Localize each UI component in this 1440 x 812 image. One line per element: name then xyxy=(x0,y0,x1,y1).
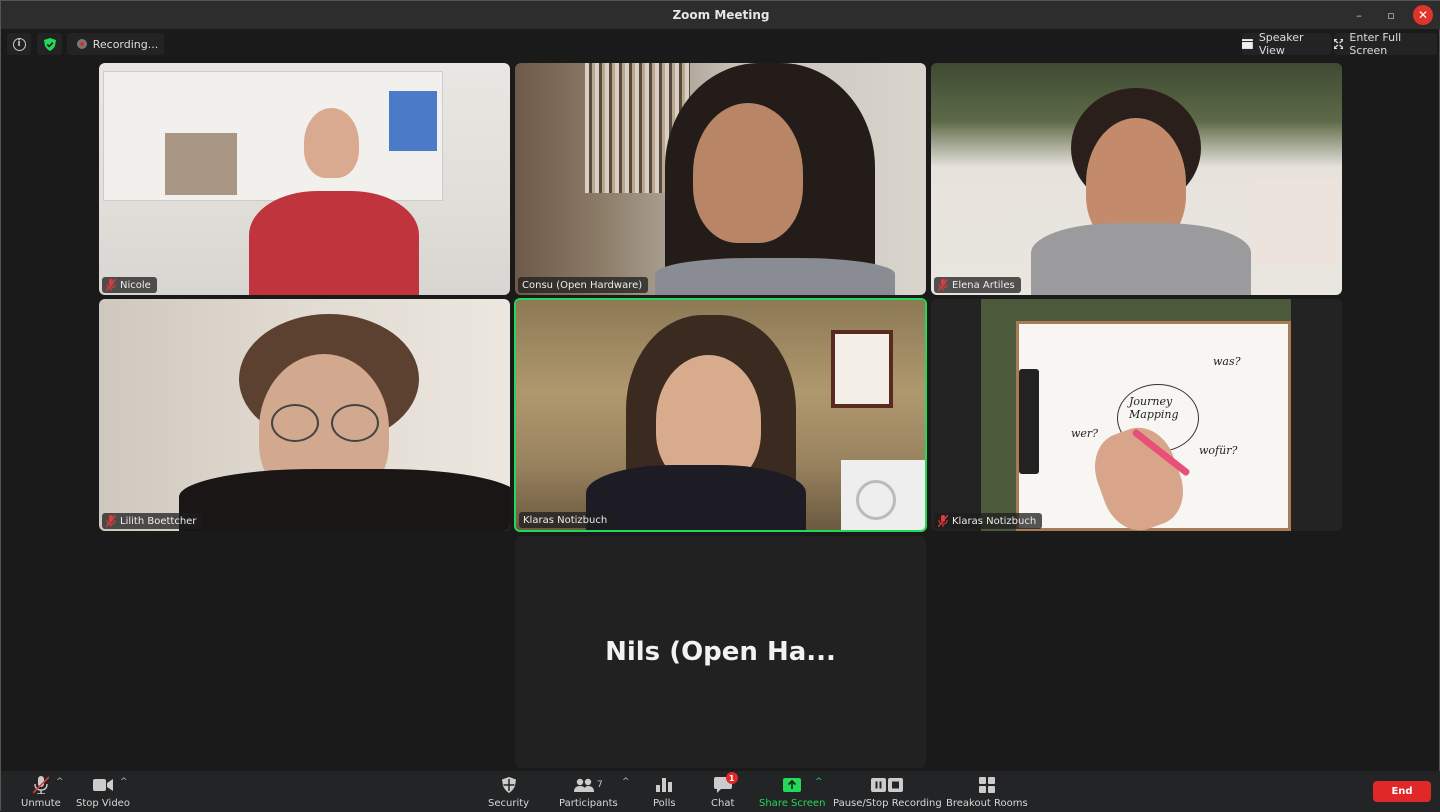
video-tile-elena[interactable]: Elena Artiles xyxy=(931,63,1342,295)
zoom-window: Zoom Meeting – ▫ ✕ i Recording... Speake… xyxy=(0,0,1440,812)
speaker-view-button[interactable]: Speaker View xyxy=(1242,31,1332,57)
chat-icon: 1 xyxy=(713,772,738,795)
security-button[interactable]: Security xyxy=(488,775,529,809)
fullscreen-icon xyxy=(1334,39,1344,49)
video-feed: Journey Mapping was? wofür? wer? xyxy=(931,299,1342,531)
participant-name-tag: Lilith Boettcher xyxy=(102,513,203,529)
whiteboard-text-wer: wer? xyxy=(1071,427,1099,440)
stop-video-label: Stop Video xyxy=(76,798,130,809)
breakout-rooms-icon xyxy=(978,775,995,795)
minimize-icon: – xyxy=(1356,8,1362,22)
close-button[interactable]: ✕ xyxy=(1413,5,1433,25)
muted-mic-icon xyxy=(106,515,116,527)
participant-name-tag: Elena Artiles xyxy=(934,277,1021,293)
close-icon: ✕ xyxy=(1417,8,1429,22)
window-title: Zoom Meeting xyxy=(672,8,770,22)
share-options-caret[interactable]: ^ xyxy=(815,777,823,787)
muted-mic-icon xyxy=(32,775,49,795)
info-icon: i xyxy=(12,37,26,51)
video-feed xyxy=(99,299,510,531)
video-tile-klaras-notizbuch-active[interactable]: Klaras Notizbuch xyxy=(514,298,927,532)
video-tile-consu[interactable]: Consu (Open Hardware) xyxy=(515,63,926,295)
muted-mic-icon xyxy=(938,515,948,527)
pause-stop-recording-button[interactable]: Pause/Stop Recording xyxy=(833,775,942,809)
chat-button[interactable]: 1 Chat xyxy=(711,772,738,809)
unmute-label: Unmute xyxy=(21,798,61,809)
title-bar: Zoom Meeting – ▫ ✕ xyxy=(1,1,1440,29)
end-meeting-button[interactable]: End xyxy=(1373,781,1431,802)
participant-name: Lilith Boettcher xyxy=(120,515,197,527)
participant-name: Elena Artiles xyxy=(952,279,1015,291)
breakout-rooms-button[interactable]: Breakout Rooms xyxy=(946,775,1028,809)
shield-icon xyxy=(501,775,516,795)
video-camera-icon xyxy=(92,775,113,795)
participant-name-placeholder: Nils (Open Ha... xyxy=(605,637,836,667)
participants-icon: 7 xyxy=(574,775,603,795)
video-tile-lilith[interactable]: Lilith Boettcher xyxy=(99,299,510,531)
participants-button[interactable]: 7 Participants xyxy=(559,775,618,809)
participant-name-tag: Consu (Open Hardware) xyxy=(518,277,649,293)
polls-button[interactable]: Polls xyxy=(653,775,676,809)
video-feed xyxy=(99,63,510,295)
muted-mic-icon xyxy=(106,279,116,291)
end-label: End xyxy=(1391,786,1413,797)
participant-name: Klaras Notizbuch xyxy=(523,514,608,526)
recording-label: Recording... xyxy=(92,37,159,51)
whiteboard-text-was: was? xyxy=(1213,355,1241,368)
recording-dot-icon xyxy=(76,39,87,49)
encryption-button[interactable] xyxy=(37,33,62,55)
restore-button[interactable]: ▫ xyxy=(1381,5,1401,25)
video-options-caret[interactable]: ^ xyxy=(120,777,128,787)
participant-name: Klaras Notizbuch xyxy=(952,515,1037,527)
audio-options-caret[interactable]: ^ xyxy=(56,777,64,787)
recording-indicator[interactable]: Recording... xyxy=(67,33,164,55)
participant-name: Nicole xyxy=(120,279,151,291)
speaker-view-label: Speaker View xyxy=(1258,31,1304,57)
meeting-info-button[interactable]: i xyxy=(7,33,31,55)
muted-mic-icon xyxy=(938,279,948,291)
participants-count: 7 xyxy=(597,780,603,790)
minimize-button[interactable]: – xyxy=(1349,5,1369,25)
pause-stop-recording-label: Pause/Stop Recording xyxy=(833,798,942,809)
restore-icon: ▫ xyxy=(1387,8,1395,22)
participant-name: Consu (Open Hardware) xyxy=(522,279,643,291)
pause-stop-icon xyxy=(871,775,904,795)
chat-unread-badge: 1 xyxy=(725,772,738,784)
video-tile-klaras-notizbuch-whiteboard[interactable]: Journey Mapping was? wofür? wer? Klaras … xyxy=(931,299,1342,531)
enter-full-screen-button[interactable]: Enter Full Screen xyxy=(1334,31,1437,57)
meeting-top-bar: i Recording... Speaker View Enter Full S… xyxy=(1,29,1440,59)
meeting-toolbar: Unmute ^ Stop Video ^ Security 7 Partici… xyxy=(1,771,1440,812)
polls-label: Polls xyxy=(653,798,676,809)
whiteboard-text-journey-mapping: Journey Mapping xyxy=(1129,395,1179,421)
security-label: Security xyxy=(488,798,530,809)
breakout-rooms-label: Breakout Rooms xyxy=(946,798,1028,809)
polls-icon xyxy=(656,775,673,795)
speaker-view-icon xyxy=(1242,39,1253,49)
video-feed xyxy=(931,63,1342,295)
window-controls: – ▫ ✕ xyxy=(1349,5,1433,25)
share-screen-label: Share Screen xyxy=(759,798,826,809)
unmute-button[interactable]: Unmute xyxy=(21,775,61,809)
video-feed xyxy=(516,300,925,530)
participants-options-caret[interactable]: ^ xyxy=(622,777,630,787)
video-feed xyxy=(515,63,926,295)
participants-label: Participants xyxy=(559,798,618,809)
shield-check-icon xyxy=(43,37,56,51)
fullscreen-label: Enter Full Screen xyxy=(1349,31,1402,57)
chat-label: Chat xyxy=(711,798,735,809)
participant-name-tag: Nicole xyxy=(102,277,157,293)
video-tile-nicole[interactable]: Nicole xyxy=(99,63,510,295)
share-screen-icon xyxy=(783,775,802,795)
video-tile-nils[interactable]: Nils (Open Ha... xyxy=(515,536,926,768)
whiteboard-text-wofuer: wofür? xyxy=(1199,444,1238,457)
participant-name-tag: Klaras Notizbuch xyxy=(519,512,614,528)
participant-name-tag: Klaras Notizbuch xyxy=(934,513,1043,529)
